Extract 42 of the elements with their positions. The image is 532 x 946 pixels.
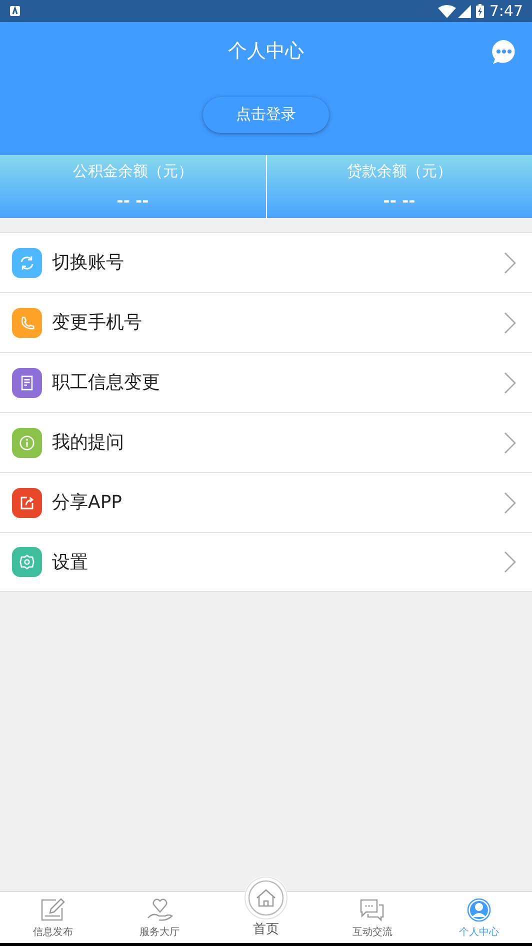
tab-label: 个人中心	[458, 926, 499, 940]
tab-label: 首页	[253, 920, 280, 938]
menu-label: 职工信息变更	[52, 371, 161, 395]
clock: 7:47	[489, 0, 523, 22]
chevron-icon	[504, 252, 516, 274]
person-icon	[466, 898, 491, 922]
wifi-icon	[438, 4, 456, 18]
message-icon[interactable]	[491, 39, 517, 65]
balance-value: -- --	[116, 190, 149, 212]
chevron-icon	[504, 312, 516, 334]
menu-item[interactable]: 我的提问	[0, 412, 532, 472]
menu-item[interactable]: 切换账号	[0, 232, 532, 292]
tab[interactable]: 互动交流	[319, 892, 426, 943]
balance-value: -- --	[383, 190, 416, 212]
chevron-icon	[504, 432, 516, 454]
page-title: 个人中心	[228, 39, 304, 64]
tab-label: 互动交流	[352, 926, 392, 940]
menu-item[interactable]: 设置	[0, 532, 532, 592]
signal-icon	[458, 4, 472, 18]
tab[interactable]: 服务大厅	[106, 892, 213, 943]
tab-label: 服务大厅	[140, 926, 180, 940]
balance-label: 公积金余额（元）	[72, 161, 193, 182]
menu-item[interactable]: 变更手机号	[0, 292, 532, 352]
menu-label: 变更手机号	[52, 311, 143, 335]
tab[interactable]: 首页	[212, 873, 320, 943]
chevron-icon	[504, 372, 516, 394]
battery-icon	[476, 4, 484, 18]
chat-icon	[359, 898, 386, 922]
notification-icon	[9, 5, 21, 17]
tab[interactable]: 信息发布	[0, 892, 106, 943]
edit-icon	[40, 898, 66, 922]
balance-label: 贷款余额（元）	[346, 161, 452, 182]
menu-label: 设置	[52, 550, 89, 574]
menu-item[interactable]: 分享APP	[0, 472, 532, 532]
hand-heart-icon	[146, 898, 173, 922]
menu-item[interactable]: 职工信息变更	[0, 352, 532, 412]
tab-label: 信息发布	[33, 926, 74, 940]
menu-label: 切换账号	[52, 251, 125, 275]
menu-label: 分享APP	[52, 491, 124, 515]
menu-label: 我的提问	[52, 431, 125, 455]
chevron-icon	[504, 492, 516, 514]
chevron-icon	[504, 551, 516, 573]
